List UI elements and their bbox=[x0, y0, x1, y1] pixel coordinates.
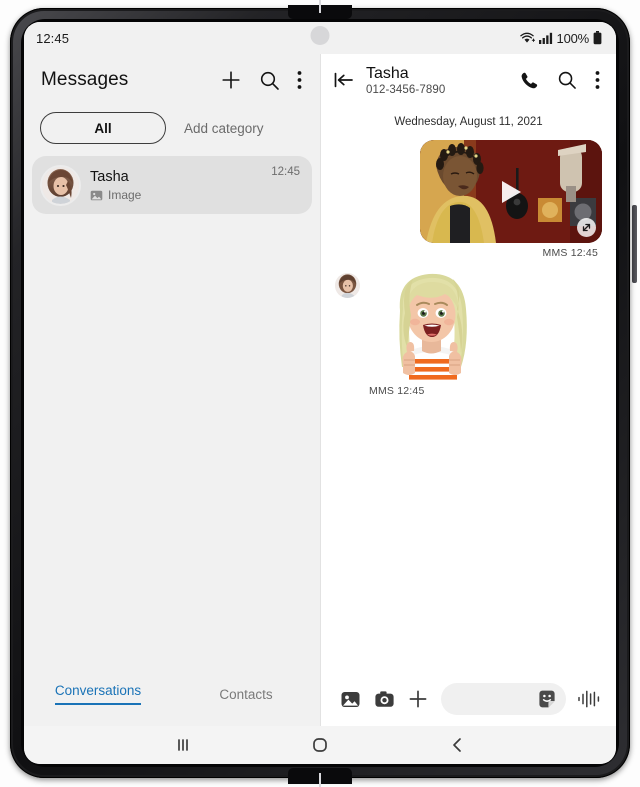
messages-header: Messages bbox=[24, 54, 320, 106]
messages-header-actions bbox=[220, 69, 306, 91]
video-thumbnail[interactable] bbox=[420, 140, 602, 243]
chip-all[interactable]: All bbox=[40, 112, 166, 144]
overflow-menu-icon[interactable] bbox=[595, 70, 600, 90]
conversation-pane: Tasha 012-3456-7890 Wednesday, August 11… bbox=[321, 54, 616, 726]
list-item-text: Tasha Image bbox=[90, 168, 260, 202]
android-navigation-bar bbox=[24, 726, 616, 764]
tab-conversations[interactable]: Conversations bbox=[24, 683, 172, 705]
status-bar-clock: 12:45 bbox=[36, 30, 70, 46]
message-row-sticker: MMS 12:45 bbox=[321, 263, 616, 397]
recents-icon[interactable] bbox=[163, 736, 203, 754]
status-bar: 12:45 100% bbox=[24, 22, 616, 54]
expand-icon[interactable] bbox=[577, 218, 596, 237]
message-meta: MMS 12:45 bbox=[369, 385, 425, 397]
play-icon[interactable] bbox=[498, 178, 524, 206]
overflow-menu-icon[interactable] bbox=[297, 70, 302, 90]
tab-contacts[interactable]: Contacts bbox=[172, 687, 320, 702]
battery-icon bbox=[593, 31, 602, 45]
phone-screen: 12:45 100% Messages All Add category Tas… bbox=[24, 22, 616, 764]
messages-list-pane: Messages All Add category Tasha Image 12… bbox=[24, 54, 320, 726]
front-camera-dot bbox=[310, 26, 330, 45]
avatar bbox=[335, 273, 360, 298]
message-composer bbox=[321, 672, 616, 726]
list-item[interactable]: Tasha Image 12:45 bbox=[32, 156, 312, 214]
tab-conversations-label: Conversations bbox=[54, 683, 142, 705]
date-separator: Wednesday, August 11, 2021 bbox=[394, 116, 543, 128]
avatar bbox=[42, 166, 79, 204]
hinge-bottom-notch bbox=[288, 768, 352, 787]
search-input[interactable] bbox=[441, 683, 566, 715]
search-icon[interactable] bbox=[259, 70, 280, 91]
bottom-tab-bar: Conversations Contacts bbox=[24, 666, 320, 726]
back-icon[interactable] bbox=[437, 735, 477, 755]
image-icon bbox=[90, 189, 103, 202]
home-icon[interactable] bbox=[300, 735, 340, 755]
hinge-top-notch bbox=[288, 0, 352, 19]
wifi-icon bbox=[519, 32, 535, 45]
phone-icon[interactable] bbox=[520, 71, 539, 90]
status-bar-indicators: 100% bbox=[519, 30, 602, 46]
gallery-icon[interactable] bbox=[333, 689, 367, 710]
signal-bars-icon bbox=[538, 32, 553, 44]
battery-percent-label: 100% bbox=[556, 30, 590, 46]
message-row-video: MMS 12:45 bbox=[321, 140, 616, 259]
screenshot-root: 12:45 100% Messages All Add category Tas… bbox=[0, 0, 640, 787]
conversation-header: Tasha 012-3456-7890 bbox=[321, 54, 616, 106]
plus-icon[interactable] bbox=[220, 69, 242, 91]
message-preview-label: Image bbox=[108, 188, 142, 203]
conversation-contact-number: 012-3456-7890 bbox=[366, 84, 446, 97]
chip-add-category[interactable]: Add category bbox=[184, 121, 264, 136]
camera-icon[interactable] bbox=[367, 689, 401, 710]
message-meta: MMS 12:45 bbox=[542, 247, 598, 259]
side-power-key[interactable] bbox=[632, 205, 637, 283]
message-bubble-sticker[interactable]: MMS 12:45 bbox=[367, 263, 497, 397]
voice-waveform-icon[interactable] bbox=[572, 689, 606, 709]
conversation-header-actions bbox=[520, 70, 604, 90]
back-to-start-icon[interactable] bbox=[333, 70, 355, 90]
message-timestamp: 12:45 bbox=[271, 166, 300, 178]
message-bubble-video[interactable]: MMS 12:45 bbox=[420, 140, 602, 259]
message-thread: Wednesday, August 11, 2021 MMS 12:45 MMS… bbox=[321, 106, 616, 672]
category-chips-row: All Add category bbox=[24, 106, 320, 150]
search-icon[interactable] bbox=[557, 70, 577, 90]
conversation-contact-name: Tasha bbox=[366, 64, 409, 82]
conversation-list: Tasha Image 12:45 bbox=[24, 150, 320, 666]
tab-contacts-label: Contacts bbox=[219, 686, 273, 702]
message-preview: Image bbox=[90, 188, 260, 202]
ar-emoji-sticker[interactable] bbox=[367, 263, 497, 381]
sticker-icon[interactable] bbox=[537, 689, 557, 709]
plus-icon[interactable] bbox=[401, 688, 435, 710]
conversation-title-block[interactable]: Tasha 012-3456-7890 bbox=[366, 64, 509, 96]
contact-name: Tasha bbox=[90, 168, 129, 185]
split-view: Messages All Add category Tasha Image 12… bbox=[24, 54, 616, 726]
page-title: Messages bbox=[41, 69, 129, 90]
